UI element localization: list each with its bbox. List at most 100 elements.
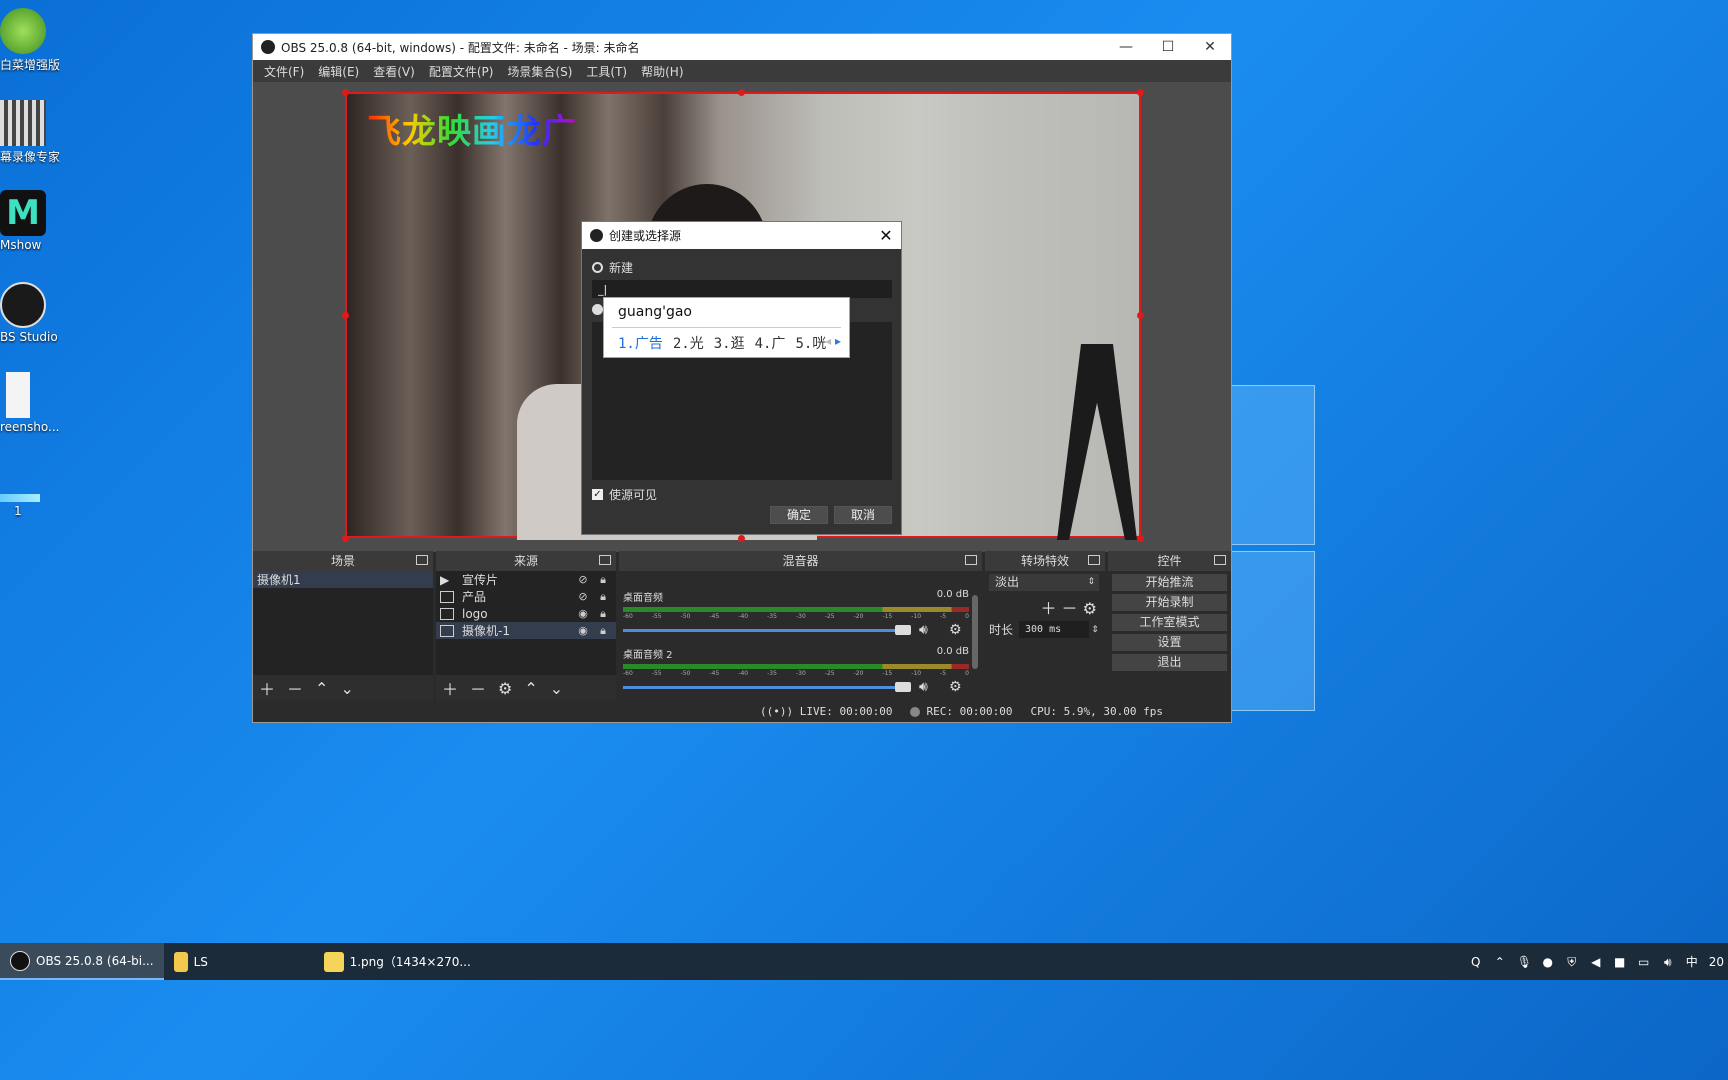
maximize-button[interactable]: ☐ <box>1147 39 1189 55</box>
speaker-icon[interactable]: 🔊︎ <box>919 622 928 638</box>
q-icon[interactable]: Q <box>1469 955 1483 969</box>
speaker-muted-icon[interactable]: ◀ <box>1589 955 1603 969</box>
exit-button[interactable]: 退出 <box>1112 654 1227 671</box>
ime-candidate[interactable]: 5.咣 <box>795 333 826 353</box>
resize-handle[interactable] <box>738 89 745 96</box>
gear-icon[interactable]: ⚙ <box>949 679 962 695</box>
ime-candidate[interactable]: 3.逛 <box>714 333 745 353</box>
remove-icon[interactable]: － <box>287 676 303 700</box>
lock-icon[interactable]: 🔒︎ <box>596 607 610 621</box>
desktop-icon-recorder[interactable]: 幕录像专家 <box>0 100 60 165</box>
taskbar-item-folder[interactable]: LS <box>164 943 314 980</box>
eye-icon[interactable]: ◉ <box>576 607 590 620</box>
dialog-title-bar[interactable]: 创建或选择源 ✕ <box>582 222 901 249</box>
eye-icon[interactable]: ◉ <box>576 624 590 637</box>
source-item[interactable]: logo ◉ 🔒︎ <box>436 605 616 622</box>
shield-icon[interactable]: ⛨ <box>1565 955 1579 969</box>
stepper-icon[interactable]: ⇕ <box>1089 625 1101 635</box>
volume-icon[interactable]: 🔊︎ <box>1661 955 1675 969</box>
mixer-scrollbar[interactable] <box>972 595 978 669</box>
start-recording-button[interactable]: 开始录制 <box>1112 594 1227 611</box>
resize-handle[interactable] <box>738 535 745 542</box>
network-icon[interactable]: ▭ <box>1637 955 1651 969</box>
desktop-icon-cabbage[interactable]: 白菜增强版 <box>0 8 60 73</box>
undock-icon[interactable] <box>599 555 611 565</box>
desktop-icon-screenshot[interactable]: reensho... <box>0 372 60 434</box>
add-icon[interactable]: ＋ <box>442 676 458 700</box>
title-bar[interactable]: OBS 25.0.8 (64-bit, windows) - 配置文件: 未命名… <box>253 34 1231 60</box>
undock-icon[interactable] <box>416 555 428 565</box>
menu-scene-collection[interactable]: 场景集合(S) <box>500 63 579 80</box>
cancel-button[interactable]: 取消 <box>834 506 892 524</box>
ok-button[interactable]: 确定 <box>770 506 828 524</box>
undock-icon[interactable] <box>1214 555 1226 565</box>
source-item[interactable]: 产品 ⊘ 🔒︎ <box>436 588 616 605</box>
resize-handle[interactable] <box>1137 535 1144 542</box>
ime-candidate[interactable]: 2.光 <box>673 333 704 353</box>
menu-edit[interactable]: 编辑(E) <box>311 63 366 80</box>
ime-icon[interactable]: 中 <box>1685 955 1699 969</box>
menu-profile[interactable]: 配置文件(P) <box>422 63 501 80</box>
remove-icon[interactable]: － <box>470 676 486 700</box>
studio-mode-button[interactable]: 工作室模式 <box>1112 614 1227 631</box>
desktop-icon-mshow[interactable]: M Mshow <box>0 190 60 252</box>
source-item[interactable]: 摄像机-1 ◉ 🔒︎ <box>436 622 616 639</box>
create-new-option[interactable]: 新建 <box>592 259 633 276</box>
ime-candidate[interactable]: 1.广告 <box>618 333 663 353</box>
next-page-icon[interactable]: ▸ <box>835 334 841 348</box>
resize-handle[interactable] <box>342 535 349 542</box>
volume-slider[interactable] <box>623 629 903 632</box>
prev-page-icon[interactable]: ◂ <box>825 334 831 348</box>
move-up-icon[interactable]: ⌃ <box>524 679 537 698</box>
taskbar-item-obs[interactable]: OBS 25.0.8 (64-bi... <box>0 943 164 980</box>
eye-hidden-icon[interactable]: ⊘ <box>576 573 590 586</box>
remove-icon[interactable]: － <box>1062 599 1078 618</box>
lock-icon[interactable]: 🔒︎ <box>596 573 610 587</box>
nvidia-icon[interactable]: ■ <box>1613 955 1627 969</box>
menu-help[interactable]: 帮助(H) <box>634 63 690 80</box>
add-icon[interactable]: ＋ <box>1040 599 1056 618</box>
radio-new[interactable] <box>592 262 603 273</box>
resize-handle[interactable] <box>1137 312 1144 319</box>
lock-icon[interactable]: 🔒︎ <box>596 590 610 604</box>
lock-icon[interactable]: 🔒︎ <box>596 624 610 638</box>
microphone-icon[interactable]: 🎙︎ <box>1517 955 1532 969</box>
ime-candidate[interactable]: 4.广 <box>755 333 786 353</box>
resize-handle[interactable] <box>342 312 349 319</box>
chevron-up-icon[interactable]: ⌃ <box>1493 955 1507 969</box>
qq-icon[interactable]: ● <box>1541 955 1555 969</box>
clock[interactable]: 20 <box>1709 955 1724 969</box>
duration-input[interactable]: 300 ms <box>1019 621 1089 638</box>
settings-button[interactable]: 设置 <box>1112 634 1227 651</box>
minimize-button[interactable]: — <box>1105 39 1147 55</box>
undock-icon[interactable] <box>1088 555 1100 565</box>
close-button[interactable]: ✕ <box>1189 39 1231 55</box>
desktop-icon-obs[interactable]: BS Studio <box>0 282 60 344</box>
menu-file[interactable]: 文件(F) <box>257 63 311 80</box>
dialog-close-button[interactable]: ✕ <box>871 226 901 245</box>
source-item[interactable]: ▶ 宣传片 ⊘ 🔒︎ <box>436 571 616 588</box>
make-visible-option[interactable]: ✓ 使源可见 <box>592 486 657 503</box>
undock-icon[interactable] <box>965 555 977 565</box>
menu-tools[interactable]: 工具(T) <box>579 63 634 80</box>
radio-existing[interactable] <box>592 304 603 315</box>
desktop-icon-image[interactable]: 1 <box>0 494 60 518</box>
volume-slider-handle[interactable] <box>895 682 911 692</box>
menu-view[interactable]: 查看(V) <box>366 63 422 80</box>
taskbar-item-image[interactable]: 1.png（1434×270... <box>314 943 481 980</box>
gear-icon[interactable]: ⚙ <box>498 679 512 698</box>
source-name-input[interactable] <box>592 280 892 298</box>
transition-select[interactable]: 淡出 ⇕ <box>989 574 1099 591</box>
start-streaming-button[interactable]: 开始推流 <box>1112 574 1227 591</box>
move-down-icon[interactable]: ⌄ <box>550 679 563 698</box>
gear-icon[interactable]: ⚙ <box>1083 599 1097 618</box>
resize-handle[interactable] <box>342 89 349 96</box>
move-up-icon[interactable]: ⌃ <box>315 679 328 698</box>
eye-hidden-icon[interactable]: ⊘ <box>576 590 590 603</box>
volume-slider[interactable] <box>623 686 903 689</box>
scene-item[interactable]: 摄像机1 <box>253 571 433 588</box>
volume-slider-handle[interactable] <box>895 625 911 635</box>
move-down-icon[interactable]: ⌄ <box>340 679 353 698</box>
add-icon[interactable]: ＋ <box>259 676 275 700</box>
gear-icon[interactable]: ⚙ <box>949 622 962 638</box>
